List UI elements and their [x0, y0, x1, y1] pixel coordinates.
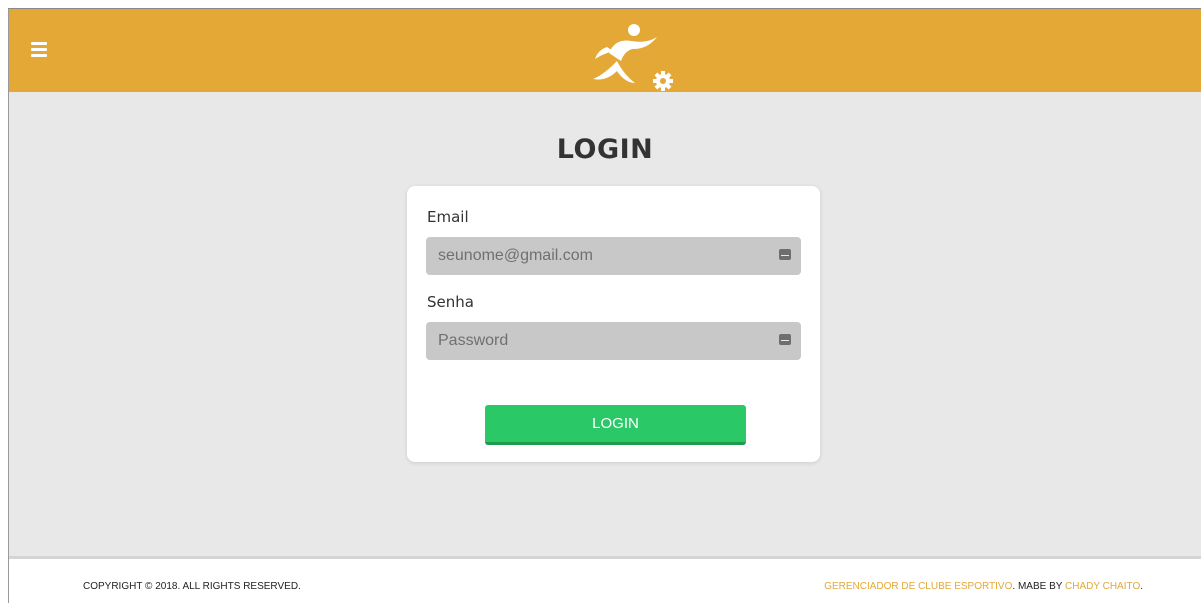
password-field-wrapper	[426, 322, 801, 360]
period-text: .	[1140, 581, 1143, 592]
runner-gear-logo-icon[interactable]	[587, 17, 677, 93]
keypad-icon[interactable]	[779, 249, 791, 260]
hamburger-menu-icon[interactable]	[31, 42, 49, 58]
email-label: Email	[427, 208, 469, 226]
password-input[interactable]	[426, 322, 766, 360]
app-name-text: GERENCIADOR DE CLUBE ESPORTIVO	[824, 581, 1013, 592]
top-header	[9, 9, 1201, 92]
main-content: LOGIN Email Senha LOGIN	[9, 92, 1201, 557]
copyright-text: COPYRIGHT © 2018. ALL RIGHTS RESERVED.	[83, 581, 301, 592]
page-title: LOGIN	[556, 134, 654, 165]
keypad-icon[interactable]	[779, 334, 791, 345]
footer: COPYRIGHT © 2018. ALL RIGHTS RESERVED. G…	[9, 559, 1201, 603]
login-card: Email Senha LOGIN	[407, 186, 820, 462]
author-link[interactable]: CHADY CHAITO	[1065, 581, 1140, 592]
credits-text: GERENCIADOR DE CLUBE ESPORTIVO. MABE BY …	[824, 581, 1143, 592]
email-input[interactable]	[426, 237, 766, 275]
made-by-text: . MABE BY	[1012, 581, 1066, 592]
email-field-wrapper	[426, 237, 801, 275]
login-button[interactable]: LOGIN	[485, 405, 746, 445]
password-label: Senha	[427, 293, 474, 311]
